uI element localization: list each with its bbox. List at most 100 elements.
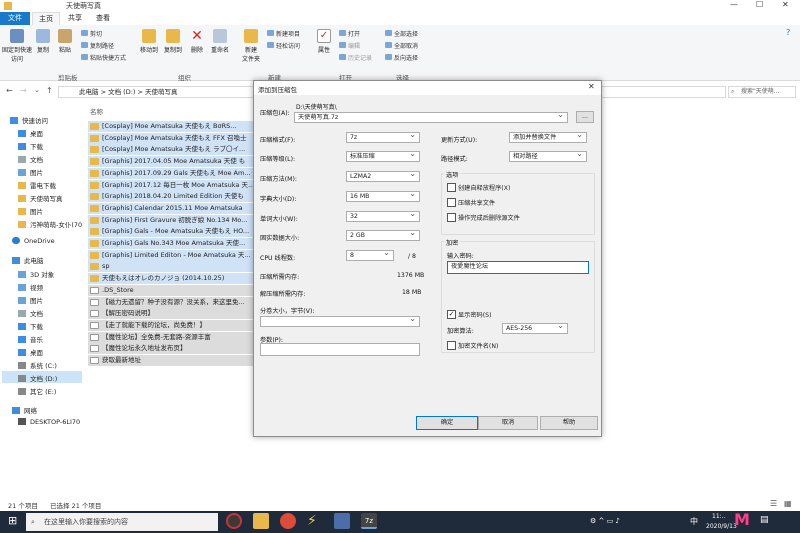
copy-path-button[interactable]: 复制路径	[80, 41, 114, 50]
file-row[interactable]: [Graphis] 2017.12 毎日一枚 Moe Amatsuka 天...	[88, 179, 254, 191]
solid-select[interactable]: 2 GB	[346, 230, 420, 241]
file-row[interactable]: 天使もえはオレのカノジョ (2014.10.25)	[88, 273, 254, 285]
paste-shortcut-button[interactable]: 粘贴快捷方式	[80, 53, 126, 62]
new-item-button[interactable]: 新建项目	[266, 29, 300, 38]
breadcrumb-folder[interactable]: 天使萌写真	[145, 88, 178, 96]
word-select[interactable]: 32	[346, 211, 420, 222]
select-all-button[interactable]: 全部选择	[384, 29, 418, 38]
back-icon[interactable]: ←	[6, 86, 13, 95]
delete-after-checkbox[interactable]: 操作完成后删除源文件	[447, 213, 520, 222]
file-row[interactable]: 获取最新地址	[88, 355, 254, 366]
cut-button[interactable]: 剪切	[80, 29, 102, 38]
tab-view[interactable]: 查看	[90, 12, 116, 25]
nav-pc-documents[interactable]: 文档	[18, 308, 43, 318]
nav-item-pictures[interactable]: 图片	[18, 167, 43, 177]
file-row[interactable]: 【走了就能下载的论坛，尚免费！】	[88, 319, 254, 331]
breadcrumb-drive-d[interactable]: 文档 (D:)	[108, 88, 135, 96]
archive-name-input[interactable]: 天使萌写真.7z	[294, 112, 568, 123]
file-row[interactable]: 【解压密码说明】	[88, 308, 254, 320]
file-row[interactable]: [Graphis] 2017.04.05 Moe Amatsuka 天使 も	[88, 156, 254, 168]
dialog-close-icon[interactable]: ✕	[588, 82, 595, 91]
file-row[interactable]: [Cosplay] Moe Amatsuka 天使もえ FFX 召喚士	[88, 132, 254, 144]
path-select[interactable]: 相对路径	[509, 151, 587, 162]
tab-home[interactable]: 主页	[32, 12, 60, 25]
password-input[interactable]: 夜愛魔性论坛	[447, 261, 589, 274]
nav-pc-drive-e[interactable]: 其它 (E:)	[18, 386, 56, 396]
thumbnail-view-icon[interactable]: ▦	[784, 499, 792, 508]
copy-to-button[interactable]: 复制到	[162, 29, 184, 54]
pin-quick-access-button[interactable]: 固定到快速访问	[2, 29, 32, 63]
nav-item-maid[interactable]: 污神萌萌-女仆(70	[18, 219, 82, 229]
breadcrumb-this-pc[interactable]: 此电脑	[79, 88, 99, 96]
open-button[interactable]: 打开	[338, 29, 360, 38]
file-explorer-icon[interactable]	[253, 513, 269, 529]
nav-pc-drive-c[interactable]: 系统 (C:)	[18, 360, 57, 370]
file-row[interactable]: [Graphis] 2017.09.29 Gals 天使もえ Moe Am...	[88, 167, 254, 179]
file-row[interactable]: .DS_Store	[88, 284, 254, 296]
nav-pc-pictures[interactable]: 图片	[18, 295, 43, 305]
nav-quick-access[interactable]: 快速访问	[10, 115, 48, 125]
nav-item-desktop[interactable]: 桌面	[18, 128, 43, 138]
easy-access-button[interactable]: 轻松访问	[266, 41, 300, 50]
nav-item-downloads[interactable]: 下载	[18, 141, 43, 151]
params-input[interactable]	[260, 343, 420, 356]
format-select[interactable]: 7z	[346, 132, 420, 143]
recent-locations-icon[interactable]: ⌄	[34, 86, 40, 94]
file-row[interactable]: [Graphis] 2018.04.20 Limited Edition 天使も	[88, 191, 254, 203]
nav-pc-drive-d[interactable]: 文档 (D:)	[2, 371, 82, 383]
ime-indicator[interactable]: 中	[690, 516, 698, 527]
nav-network-desktop[interactable]: DESKTOP-6LI70	[18, 418, 80, 426]
nav-pc-downloads[interactable]: 下载	[18, 321, 43, 331]
paste-button[interactable]: 粘贴	[54, 29, 76, 54]
cancel-button[interactable]: 取消	[478, 416, 538, 430]
invert-selection-button[interactable]: 反向选择	[384, 53, 418, 62]
nav-item-thunder[interactable]: 雷电下载	[18, 180, 56, 190]
update-select[interactable]: 添加并替换文件	[509, 132, 587, 143]
show-password-checkbox[interactable]: 显示密码(S)	[447, 310, 492, 319]
level-select[interactable]: 标准压缩	[346, 151, 420, 162]
close-button[interactable]: ✕	[782, 0, 789, 9]
history-button[interactable]: 历史记录	[338, 53, 372, 62]
app-icon[interactable]	[334, 513, 350, 529]
nav-pc-3d[interactable]: 3D 对象	[18, 269, 54, 279]
select-none-button[interactable]: 全部取消	[384, 41, 418, 50]
7zip-icon[interactable]: 7z	[361, 513, 377, 529]
nav-network[interactable]: 网络	[12, 405, 37, 415]
enc-method-select[interactable]: AES-256	[502, 323, 568, 334]
nav-pc-videos[interactable]: 视频	[18, 282, 43, 292]
split-select[interactable]	[260, 316, 420, 327]
file-row[interactable]: [Graphis] Limited Editon - Moe Amatsuka …	[88, 249, 254, 261]
file-row[interactable]: [Graphis] Gals - Moe Amatsuka 天使もえ HO...	[88, 226, 254, 238]
encrypt-names-checkbox[interactable]: 加密文件名(N)	[447, 341, 498, 350]
column-header-name[interactable]: 名称	[90, 106, 103, 116]
move-to-button[interactable]: 移动到	[138, 29, 160, 54]
threads-select[interactable]: 8	[346, 250, 394, 261]
help-icon[interactable]: ?	[786, 28, 790, 37]
tab-share[interactable]: 共享	[62, 12, 88, 25]
notification-icon[interactable]: ▤	[760, 515, 769, 525]
tab-file[interactable]: 文件	[0, 12, 30, 25]
windows-start-icon[interactable]: ⊞	[8, 515, 20, 527]
file-row[interactable]: 【磁力无遗留？种子没有源？没关系，来这里免...	[88, 296, 254, 308]
nav-onedrive[interactable]: OneDrive	[12, 237, 55, 245]
dict-select[interactable]: 16 MB	[346, 191, 420, 202]
browse-button[interactable]: ...	[576, 111, 594, 123]
media-app-icon[interactable]	[226, 513, 242, 529]
details-view-icon[interactable]: ☰	[770, 499, 777, 508]
edit-button[interactable]: 编辑	[338, 41, 360, 50]
new-folder-button[interactable]: 新建 文件夹	[238, 29, 264, 63]
minimize-button[interactable]: —	[730, 0, 738, 9]
taskbar-search-box[interactable]: ⌕ 在这里输入你要搜索的内容	[26, 513, 218, 531]
copy-button[interactable]: 复制	[34, 29, 52, 54]
clock-date[interactable]: 2020/9/13	[706, 523, 737, 530]
nav-item-tianshi[interactable]: 天使萌写真	[18, 193, 63, 203]
file-row[interactable]: [Cosplay] Moe Amatsuka 天使もえ BσRS...	[88, 121, 254, 132]
up-icon[interactable]: ↑	[46, 86, 53, 95]
file-row[interactable]: sp	[88, 261, 254, 273]
file-row[interactable]: [Graphis] Calendar 2015.11 Moe Amatsuka	[88, 202, 254, 214]
file-row[interactable]: [Graphis] First Gravure 初脱ぎ娘 No.134 Mo..…	[88, 214, 254, 226]
rename-button[interactable]: 重命名	[208, 29, 232, 54]
thunder-icon[interactable]: ⚡	[307, 513, 323, 529]
chrome-icon[interactable]	[280, 513, 296, 529]
clock-time[interactable]: 11:..	[712, 513, 725, 520]
